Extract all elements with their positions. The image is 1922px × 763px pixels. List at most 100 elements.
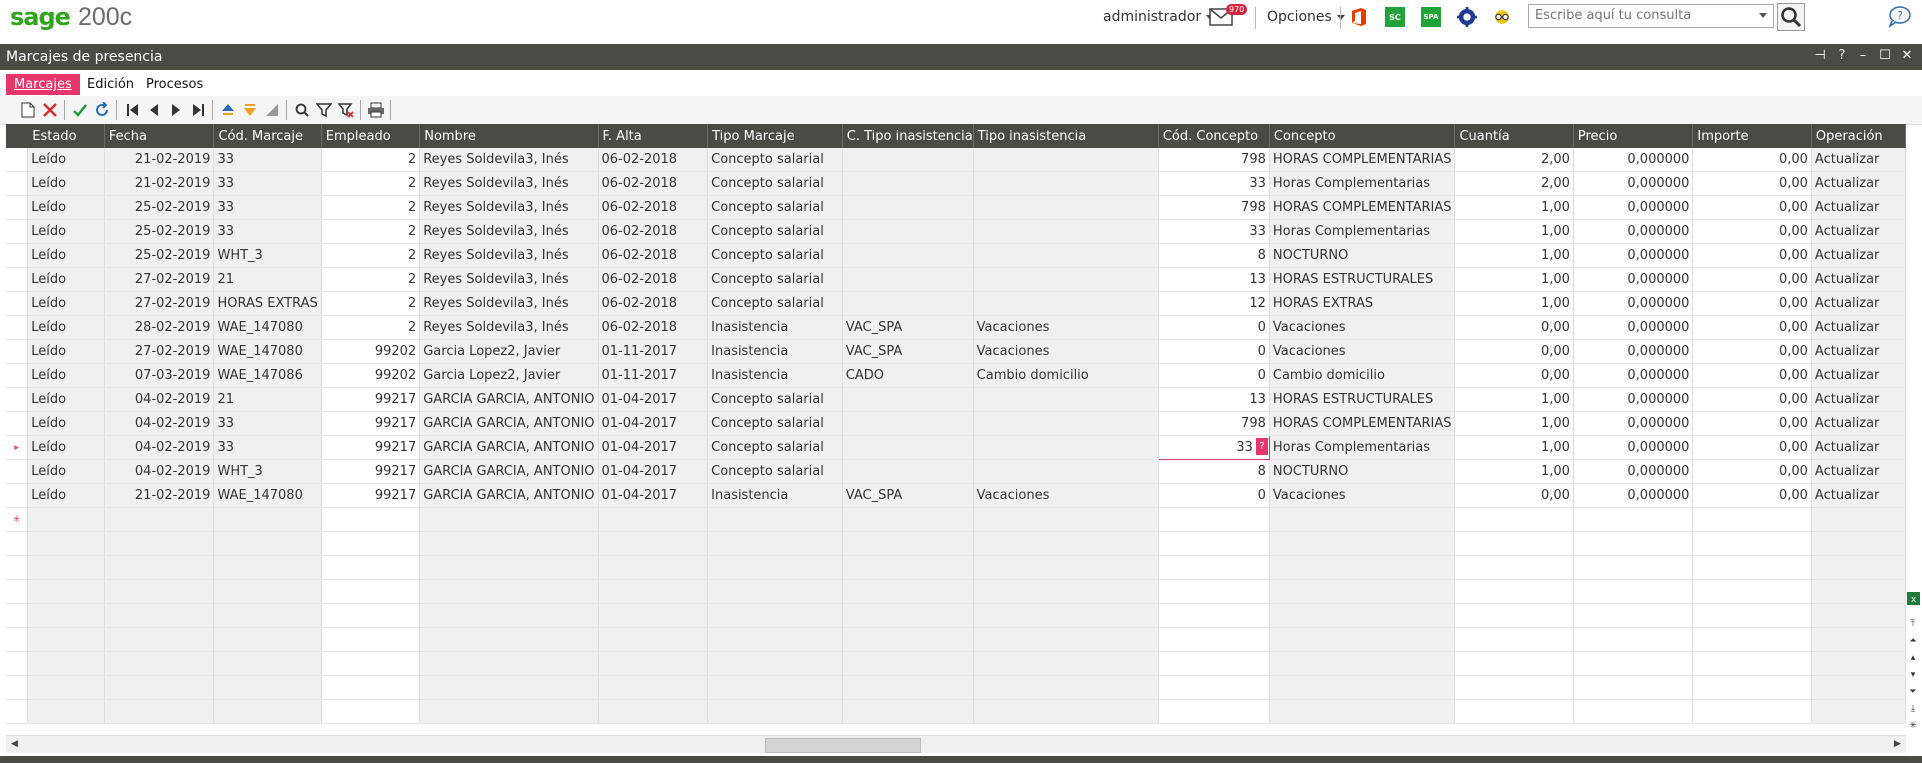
- delete-button[interactable]: [40, 100, 60, 120]
- options-menu[interactable]: Opciones: [1267, 0, 1345, 34]
- empty-cell[interactable]: [1158, 507, 1270, 532]
- cell-fecha[interactable]: 28-02-2019: [104, 315, 215, 340]
- cell-cod-concepto[interactable]: 8: [1158, 459, 1270, 484]
- empty-cell[interactable]: [1454, 699, 1574, 724]
- new-row[interactable]: ✳: [6, 507, 1906, 532]
- empty-cell[interactable]: [1158, 531, 1270, 556]
- empty-cell[interactable]: [842, 507, 974, 532]
- cell-nombre[interactable]: Garcia Lopez2, Javier: [419, 363, 599, 388]
- cell-precio[interactable]: 0,000000: [1573, 219, 1694, 244]
- cell-concepto[interactable]: HORAS COMPLEMENTARIAS: [1269, 411, 1456, 436]
- filter-button[interactable]: [314, 100, 334, 120]
- cell-fecha[interactable]: 25-02-2019: [104, 195, 215, 220]
- empty-cell[interactable]: [104, 531, 215, 556]
- chevron-down-icon[interactable]: [1759, 13, 1767, 18]
- cell-concepto[interactable]: HORAS COMPLEMENTARIAS: [1269, 148, 1456, 172]
- empty-cell[interactable]: [27, 579, 105, 604]
- empty-cell[interactable]: [1158, 555, 1270, 580]
- empty-cell[interactable]: [707, 507, 843, 532]
- cell-operacion[interactable]: Actualizar: [1811, 171, 1906, 196]
- row-selector[interactable]: [6, 555, 29, 580]
- empty-cell[interactable]: [104, 651, 215, 676]
- cell-c-tipo-inasistencia[interactable]: VAC_SPA: [842, 339, 974, 364]
- cell-fecha[interactable]: 25-02-2019: [104, 243, 215, 268]
- empty-cell[interactable]: [213, 579, 322, 604]
- cell-tipo-marcaje[interactable]: Concepto salarial: [707, 411, 843, 436]
- cell-tipo-inasistencia[interactable]: [973, 291, 1159, 316]
- cell-estado[interactable]: Leído: [27, 459, 105, 484]
- cell-concepto[interactable]: Vacaciones: [1269, 483, 1456, 508]
- empty-cell[interactable]: [1573, 579, 1694, 604]
- row-selector[interactable]: [6, 171, 29, 196]
- cell-cuantia[interactable]: 0,00: [1454, 363, 1574, 388]
- lookup-button[interactable]: ?: [1255, 438, 1268, 455]
- cell-estado[interactable]: Leído: [27, 315, 105, 340]
- cell-tipo-inasistencia[interactable]: [973, 459, 1159, 484]
- cell-operacion[interactable]: Actualizar: [1811, 363, 1906, 388]
- cell-cod-concepto[interactable]: 0: [1158, 339, 1270, 364]
- cell-cod-marcaje[interactable]: 33: [213, 171, 322, 196]
- horizontal-scrollbar[interactable]: ◀ ▶: [6, 735, 1906, 753]
- scrollbar-thumb[interactable]: [765, 738, 921, 753]
- cell-concepto[interactable]: NOCTURNO: [1269, 243, 1456, 268]
- empty-cell[interactable]: [1573, 675, 1694, 700]
- empty-cell[interactable]: [1692, 627, 1812, 652]
- table-row[interactable]: Leído 21-02-2019 33 2 Reyes Soldevila3, Inés…: [6, 148, 1906, 172]
- cell-tipo-inasistencia[interactable]: [973, 171, 1159, 196]
- cell-cuantia[interactable]: 2,00: [1454, 171, 1574, 196]
- page-down-icon[interactable]: ⏷: [1906, 683, 1920, 700]
- empty-cell[interactable]: [1692, 555, 1812, 580]
- cell-fecha[interactable]: 27-02-2019: [104, 291, 215, 316]
- empty-row[interactable]: [6, 651, 1906, 676]
- cell-cuantia[interactable]: 1,00: [1454, 459, 1574, 484]
- empty-cell[interactable]: [842, 555, 974, 580]
- cell-tipo-marcaje[interactable]: Concepto salarial: [707, 435, 843, 460]
- empty-cell[interactable]: [104, 555, 215, 580]
- cell-tipo-marcaje[interactable]: Concepto salarial: [707, 171, 843, 196]
- empty-cell[interactable]: [1811, 579, 1906, 604]
- row-selector[interactable]: [6, 651, 29, 676]
- cell-precio[interactable]: 0,000000: [1573, 291, 1694, 316]
- cell-tipo-inasistencia[interactable]: Vacaciones: [973, 315, 1159, 340]
- cell-importe[interactable]: 0,00: [1692, 148, 1812, 172]
- cell-tipo-marcaje[interactable]: Inasistencia: [707, 315, 843, 340]
- cell-cod-concepto[interactable]: 8: [1158, 243, 1270, 268]
- menu-marcajes[interactable]: Marcajes: [6, 74, 80, 95]
- cell-operacion[interactable]: Actualizar: [1811, 219, 1906, 244]
- cell-f-alta[interactable]: 01-11-2017: [598, 363, 709, 388]
- table-row[interactable]: Leído 27-02-2019 21 2 Reyes Soldevila3, Inés…: [6, 267, 1906, 292]
- empty-cell[interactable]: [1454, 531, 1574, 556]
- empty-cell[interactable]: [321, 603, 421, 628]
- cell-importe[interactable]: 0,00: [1692, 315, 1812, 340]
- sage-logo[interactable]: sage 200c: [10, 3, 132, 35]
- empty-cell[interactable]: [1573, 531, 1694, 556]
- empty-cell[interactable]: [321, 555, 421, 580]
- empty-cell[interactable]: [1811, 555, 1906, 580]
- cell-c-tipo-inasistencia[interactable]: [842, 411, 974, 436]
- cell-tipo-marcaje[interactable]: Inasistencia: [707, 339, 843, 364]
- empty-cell[interactable]: [27, 651, 105, 676]
- row-selector[interactable]: [6, 675, 29, 700]
- column-header-cod-concepto[interactable]: Cód. Concepto: [1158, 124, 1270, 148]
- cell-nombre[interactable]: GARCIA GARCIA, ANTONIO: [419, 435, 599, 460]
- cell-f-alta[interactable]: 01-04-2017: [598, 459, 709, 484]
- cell-importe[interactable]: 0,00: [1692, 435, 1812, 460]
- cell-f-alta[interactable]: 06-02-2018: [598, 267, 709, 292]
- cell-cod-concepto[interactable]: 12: [1158, 291, 1270, 316]
- cell-tipo-inasistencia[interactable]: Vacaciones: [973, 339, 1159, 364]
- cell-precio[interactable]: 0,000000: [1573, 315, 1694, 340]
- cell-precio[interactable]: 0,000000: [1573, 148, 1694, 172]
- previous-record-button[interactable]: [144, 100, 164, 120]
- cell-fecha[interactable]: 27-02-2019: [104, 339, 215, 364]
- empty-cell[interactable]: [27, 627, 105, 652]
- empty-cell[interactable]: [1269, 675, 1456, 700]
- empty-cell[interactable]: [419, 507, 599, 532]
- cell-cod-concepto[interactable]: 0: [1158, 483, 1270, 508]
- cell-f-alta[interactable]: 06-02-2018: [598, 315, 709, 340]
- cell-concepto[interactable]: Vacaciones: [1269, 315, 1456, 340]
- cell-estado[interactable]: Leído: [27, 411, 105, 436]
- empty-cell[interactable]: [842, 531, 974, 556]
- cell-f-alta[interactable]: 01-04-2017: [598, 387, 709, 412]
- cell-tipo-marcaje[interactable]: Concepto salarial: [707, 219, 843, 244]
- empty-cell[interactable]: [1573, 651, 1694, 676]
